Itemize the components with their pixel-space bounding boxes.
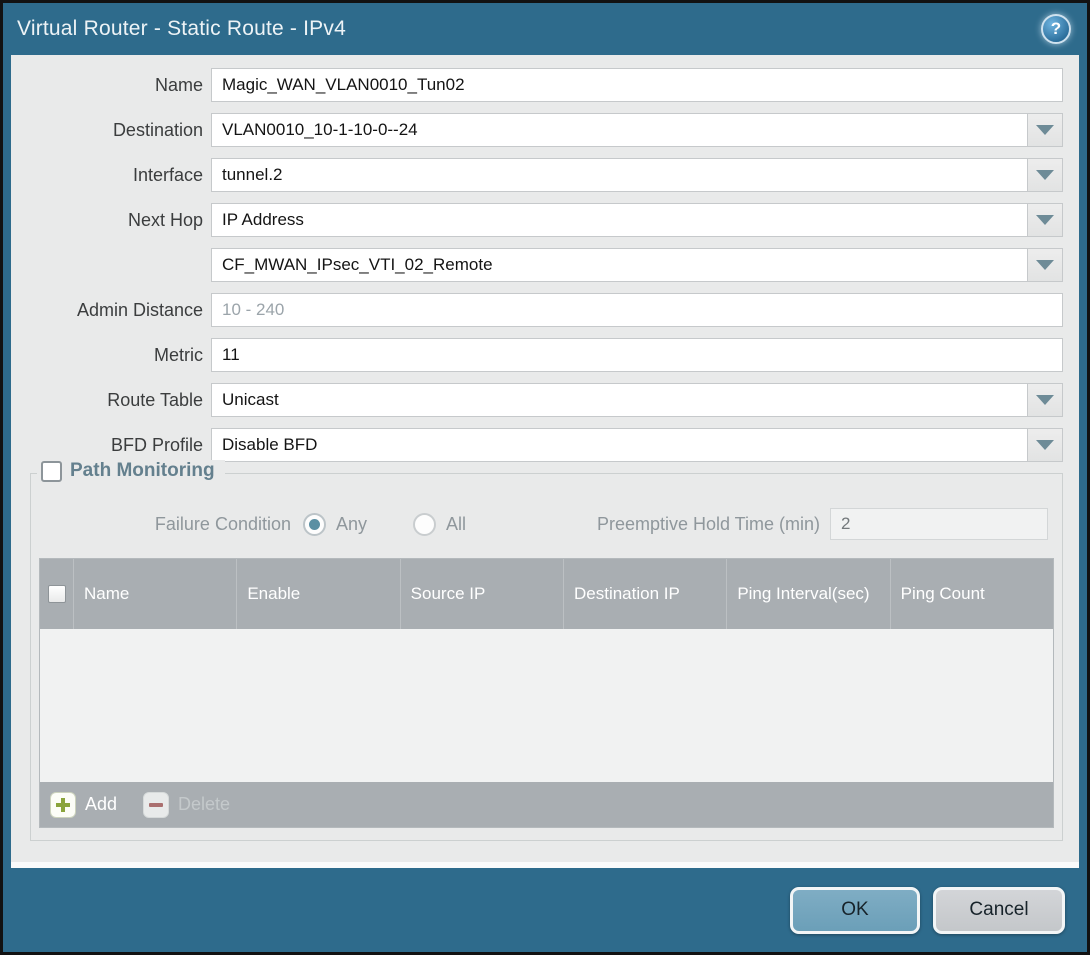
chevron-down-icon xyxy=(1036,260,1054,270)
admin-distance-input[interactable] xyxy=(211,293,1063,327)
add-button-label: Add xyxy=(85,794,117,815)
next-hop-address-combo xyxy=(211,248,1063,282)
ok-button[interactable]: OK xyxy=(790,887,920,934)
next-hop-combo xyxy=(211,203,1063,237)
failure-condition-options: Any All xyxy=(303,513,502,536)
chevron-down-icon xyxy=(1036,395,1054,405)
metric-label: Metric xyxy=(19,345,203,366)
admin-distance-label: Admin Distance xyxy=(19,300,203,321)
destination-label: Destination xyxy=(19,120,203,141)
title-bar: Virtual Router - Static Route - IPv4 ? xyxy=(3,3,1087,55)
failure-condition-label: Failure Condition xyxy=(39,514,291,535)
column-header-source-ip[interactable]: Source IP xyxy=(401,559,564,629)
static-route-dialog: Virtual Router - Static Route - IPv4 ? N… xyxy=(0,0,1090,955)
radio-any-label: Any xyxy=(336,514,367,535)
row-next-hop-address xyxy=(19,248,1063,282)
next-hop-address-input[interactable] xyxy=(211,248,1027,282)
chevron-down-icon xyxy=(1036,125,1054,135)
column-header-name[interactable]: Name xyxy=(74,559,237,629)
select-all-checkbox[interactable] xyxy=(48,585,66,603)
interface-dropdown-button[interactable] xyxy=(1027,158,1063,192)
help-icon[interactable]: ? xyxy=(1041,14,1071,44)
interface-label: Interface xyxy=(19,165,203,186)
column-header-ping-count[interactable]: Ping Count xyxy=(891,559,1053,629)
radio-all-label: All xyxy=(446,514,466,535)
row-destination: Destination xyxy=(19,113,1063,147)
radio-all[interactable] xyxy=(413,513,436,536)
metric-input[interactable] xyxy=(211,338,1063,372)
chevron-down-icon xyxy=(1036,215,1054,225)
row-interface: Interface xyxy=(19,158,1063,192)
column-header-ping-interval[interactable]: Ping Interval(sec) xyxy=(727,559,890,629)
add-icon xyxy=(50,792,76,818)
interface-combo xyxy=(211,158,1063,192)
bfd-profile-label: BFD Profile xyxy=(19,435,203,456)
column-header-destination-ip[interactable]: Destination IP xyxy=(564,559,727,629)
table-toolbar: Add Delete xyxy=(40,782,1053,827)
preemptive-hold-time-label: Preemptive Hold Time (min) xyxy=(597,514,820,535)
cancel-button[interactable]: Cancel xyxy=(933,887,1065,934)
row-metric: Metric xyxy=(19,338,1063,372)
row-admin-distance: Admin Distance xyxy=(19,293,1063,327)
route-table-combo xyxy=(211,383,1063,417)
route-table-label: Route Table xyxy=(19,390,203,411)
content-panel: Name Destination Interface xyxy=(11,55,1079,862)
radio-any[interactable] xyxy=(303,513,326,536)
interface-input[interactable] xyxy=(211,158,1027,192)
path-monitoring-section: Path Monitoring Failure Condition Any Al… xyxy=(30,473,1063,841)
path-monitoring-title: Path Monitoring xyxy=(70,460,215,482)
path-monitoring-checkbox[interactable] xyxy=(41,461,62,482)
next-hop-label: Next Hop xyxy=(19,210,203,231)
delete-button[interactable]: Delete xyxy=(143,792,230,818)
header-checkbox-cell xyxy=(40,559,74,629)
next-hop-type-input[interactable] xyxy=(211,203,1027,237)
dialog-frame: Virtual Router - Static Route - IPv4 ? N… xyxy=(3,3,1087,952)
delete-button-label: Delete xyxy=(178,794,230,815)
destination-combo xyxy=(211,113,1063,147)
preemptive-hold-time-input[interactable] xyxy=(830,508,1048,540)
name-label: Name xyxy=(19,75,203,96)
radio-dot xyxy=(309,519,320,530)
next-hop-address-dropdown-button[interactable] xyxy=(1027,248,1063,282)
row-next-hop: Next Hop xyxy=(19,203,1063,237)
bfd-profile-input[interactable] xyxy=(211,428,1027,462)
table-body xyxy=(40,629,1053,782)
failure-condition-row: Failure Condition Any All Preemptive Hol… xyxy=(39,506,1054,542)
content-outer: Name Destination Interface xyxy=(11,55,1079,868)
dialog-title: Virtual Router - Static Route - IPv4 xyxy=(17,17,346,41)
delete-icon xyxy=(143,792,169,818)
next-hop-dropdown-button[interactable] xyxy=(1027,203,1063,237)
row-bfd-profile: BFD Profile xyxy=(19,428,1063,462)
row-name: Name xyxy=(19,68,1063,102)
table-header: Name Enable Source IP Destination IP Pin… xyxy=(40,559,1053,629)
dialog-footer: OK Cancel xyxy=(3,868,1087,952)
chevron-down-icon xyxy=(1036,440,1054,450)
path-monitoring-legend: Path Monitoring xyxy=(37,460,225,482)
column-header-enable[interactable]: Enable xyxy=(237,559,400,629)
destination-input[interactable] xyxy=(211,113,1027,147)
preemptive-hold-time: Preemptive Hold Time (min) xyxy=(597,508,1048,540)
row-route-table: Route Table xyxy=(19,383,1063,417)
route-table-dropdown-button[interactable] xyxy=(1027,383,1063,417)
bfd-profile-combo xyxy=(211,428,1063,462)
path-monitoring-table: Name Enable Source IP Destination IP Pin… xyxy=(39,558,1054,828)
route-table-input[interactable] xyxy=(211,383,1027,417)
add-button[interactable]: Add xyxy=(50,792,117,818)
chevron-down-icon xyxy=(1036,170,1054,180)
destination-dropdown-button[interactable] xyxy=(1027,113,1063,147)
name-input[interactable] xyxy=(211,68,1063,102)
bfd-profile-dropdown-button[interactable] xyxy=(1027,428,1063,462)
